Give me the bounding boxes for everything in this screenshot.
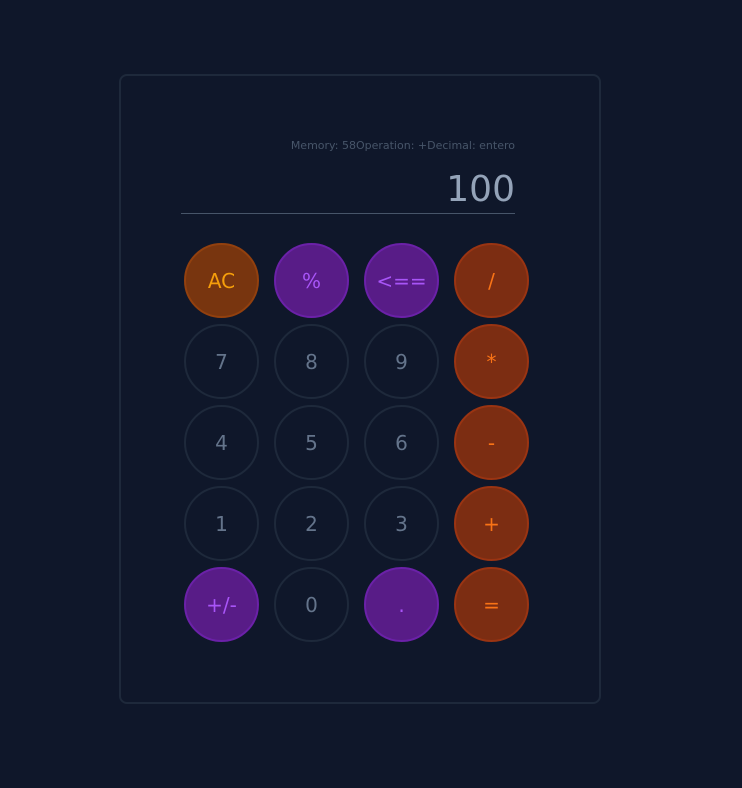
equals-button[interactable]: = <box>454 567 529 642</box>
add-button[interactable]: + <box>454 486 529 561</box>
status-line: Memory: 58Operation: +Decimal: entero <box>290 139 515 152</box>
percent-button[interactable]: % <box>274 243 349 318</box>
digit-7-button[interactable]: 7 <box>184 324 259 399</box>
multiply-button[interactable]: * <box>454 324 529 399</box>
digit-5-button[interactable]: 5 <box>274 405 349 480</box>
keypad: AC % <== / 7 8 9 * 4 5 6 - 1 2 3 + +/- 0… <box>184 243 529 642</box>
decimal-button[interactable]: . <box>364 567 439 642</box>
digit-8-button[interactable]: 8 <box>274 324 349 399</box>
digit-9-button[interactable]: 9 <box>364 324 439 399</box>
sign-toggle-button[interactable]: +/- <box>184 567 259 642</box>
digit-6-button[interactable]: 6 <box>364 405 439 480</box>
subtract-button[interactable]: - <box>454 405 529 480</box>
digit-3-button[interactable]: 3 <box>364 486 439 561</box>
clear-button[interactable]: AC <box>184 243 259 318</box>
backspace-button[interactable]: <== <box>364 243 439 318</box>
digit-2-button[interactable]: 2 <box>274 486 349 561</box>
digit-1-button[interactable]: 1 <box>184 486 259 561</box>
digit-4-button[interactable]: 4 <box>184 405 259 480</box>
digit-0-button[interactable]: 0 <box>274 567 349 642</box>
divide-button[interactable]: / <box>454 243 529 318</box>
display-value: 100 <box>181 168 515 214</box>
